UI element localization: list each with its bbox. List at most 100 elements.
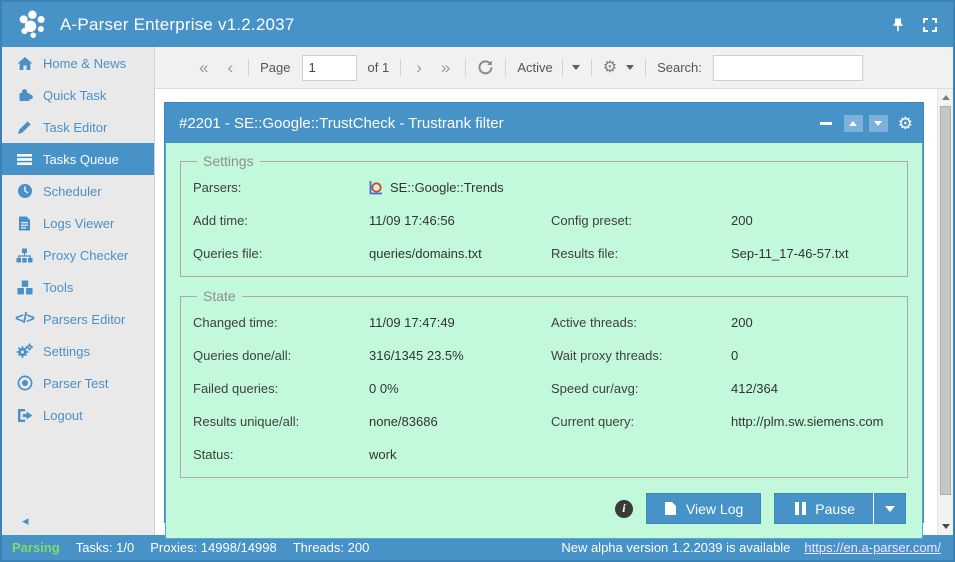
vertical-scrollbar[interactable] bbox=[937, 89, 953, 535]
sidebar-item-label: Tasks Queue bbox=[43, 152, 119, 167]
sidebar-item-parsers-editor[interactable]: </> Parsers Editor bbox=[2, 303, 154, 335]
sidebar-item-task-editor[interactable]: Task Editor bbox=[2, 111, 154, 143]
field-label: Speed cur/avg: bbox=[551, 381, 731, 396]
toolbar-separator bbox=[248, 59, 249, 76]
arrow-up-icon bbox=[849, 121, 857, 126]
last-page-button[interactable]: » bbox=[437, 59, 454, 76]
sidebar-item-logs-viewer[interactable]: Logs Viewer bbox=[2, 207, 154, 239]
move-up-button[interactable] bbox=[844, 115, 863, 132]
pin-icon[interactable] bbox=[889, 16, 907, 34]
next-page-button[interactable]: › bbox=[412, 59, 426, 76]
state-fieldset: State Changed time: 11/09 17:47:49 Activ… bbox=[180, 288, 908, 478]
task-panel-header: #2201 - SE::Google::TrustCheck - Trustra… bbox=[165, 103, 923, 143]
field-value: SE::Google::Trends bbox=[390, 180, 504, 195]
task-panel-body: Settings Parsers: SE::Google::Trends bbox=[165, 143, 923, 539]
document-icon bbox=[15, 215, 34, 231]
sidebar-item-quick-task[interactable]: Quick Task bbox=[2, 79, 154, 111]
pencil-icon bbox=[15, 119, 34, 135]
settings-legend: Settings bbox=[197, 153, 260, 169]
arrow-down-icon bbox=[874, 121, 882, 126]
view-log-label: View Log bbox=[686, 501, 743, 517]
chevron-down-icon bbox=[885, 506, 895, 512]
collapse-arrow-icon[interactable]: ◂ bbox=[22, 513, 29, 529]
sidebar-item-tools[interactable]: Tools bbox=[2, 271, 154, 303]
field-value: 200 bbox=[731, 315, 895, 330]
sidebar-item-label: Parser Test bbox=[43, 376, 109, 391]
field-value: 316/1345 23.5% bbox=[369, 348, 551, 363]
field-label: Results file: bbox=[551, 246, 731, 261]
threads-count: Threads: 200 bbox=[293, 540, 370, 555]
sidebar-item-parser-test[interactable]: Parser Test bbox=[2, 367, 154, 399]
tasks-count: Tasks: 1/0 bbox=[76, 540, 135, 555]
chevron-down-icon bbox=[572, 65, 580, 70]
sidebar-item-scheduler[interactable]: Scheduler bbox=[2, 175, 154, 207]
sidebar-item-home-news[interactable]: Home & News bbox=[2, 47, 154, 79]
scroll-down-icon[interactable] bbox=[938, 519, 954, 534]
gear-icon[interactable]: ⚙ bbox=[898, 115, 913, 132]
gear-icon: ⚙ bbox=[603, 60, 617, 76]
first-page-button[interactable]: « bbox=[195, 59, 212, 76]
field-value: work bbox=[369, 447, 551, 462]
minimize-icon[interactable] bbox=[820, 122, 832, 125]
field-row: Failed queries: 0 0% Speed cur/avg: 412/… bbox=[193, 372, 895, 405]
fullscreen-icon[interactable] bbox=[921, 16, 939, 34]
app-title: A-Parser Enterprise v1.2.2037 bbox=[60, 15, 294, 35]
toolbar-separator bbox=[562, 59, 563, 76]
view-log-button[interactable]: View Log bbox=[646, 493, 761, 524]
update-link[interactable]: https://en.a-parser.com/ bbox=[804, 540, 941, 555]
pause-dropdown-button[interactable] bbox=[874, 493, 906, 524]
pause-button[interactable]: Pause bbox=[774, 493, 873, 524]
sidebar-item-tasks-queue[interactable]: Tasks Queue bbox=[2, 143, 154, 175]
content-area: #2201 - SE::Google::TrustCheck - Trustra… bbox=[155, 89, 953, 535]
target-icon bbox=[15, 375, 34, 391]
toolbar-separator bbox=[400, 59, 401, 76]
field-value: 0 bbox=[731, 348, 895, 363]
clock-icon bbox=[15, 183, 34, 199]
sidebar-item-settings[interactable]: Settings bbox=[2, 335, 154, 367]
parsing-status: Parsing bbox=[12, 540, 60, 555]
task-panel: #2201 - SE::Google::TrustCheck - Trustra… bbox=[164, 102, 924, 523]
sidebar-item-label: Scheduler bbox=[43, 184, 102, 199]
pause-icon bbox=[795, 502, 806, 515]
puzzle-icon bbox=[15, 87, 34, 103]
sidebar-item-logout[interactable]: Logout bbox=[2, 399, 154, 431]
sidebar: Home & News Quick Task Task Editor Tasks… bbox=[2, 47, 155, 535]
prev-page-button[interactable]: ‹ bbox=[223, 59, 237, 76]
scroll-up-icon[interactable] bbox=[938, 90, 954, 105]
settings-fieldset: Settings Parsers: SE::Google::Trends bbox=[180, 153, 908, 277]
field-value: 11/09 17:47:49 bbox=[369, 315, 551, 330]
refresh-icon[interactable] bbox=[477, 59, 494, 76]
task-filter-dropdown[interactable]: Active bbox=[517, 59, 579, 76]
field-value: http://plm.sw.siemens.com bbox=[731, 414, 895, 429]
cubes-icon bbox=[15, 279, 34, 295]
sidebar-item-label: Task Editor bbox=[43, 120, 107, 135]
scrollbar-thumb[interactable] bbox=[940, 106, 951, 495]
toolbar-gear-dropdown[interactable]: ⚙ bbox=[603, 60, 634, 76]
sidebar-item-label: Home & News bbox=[43, 56, 126, 71]
sidebar-item-label: Parsers Editor bbox=[43, 312, 125, 327]
field-value: none/83686 bbox=[369, 414, 551, 429]
field-label: Changed time: bbox=[193, 315, 369, 330]
sidebar-item-label: Quick Task bbox=[43, 88, 106, 103]
move-down-button[interactable] bbox=[869, 115, 888, 132]
google-trends-parser-icon bbox=[369, 180, 383, 195]
info-icon[interactable]: i bbox=[615, 500, 633, 518]
field-row: Changed time: 11/09 17:47:49 Active thre… bbox=[193, 306, 895, 339]
field-value: 200 bbox=[731, 213, 895, 228]
sidebar-item-label: Tools bbox=[43, 280, 73, 295]
page-number-input[interactable] bbox=[302, 55, 357, 81]
field-label: Parsers: bbox=[193, 180, 369, 195]
sidebar-item-proxy-checker[interactable]: Proxy Checker bbox=[2, 239, 154, 271]
field-label: Add time: bbox=[193, 213, 369, 228]
proxies-count: Proxies: 14998/14998 bbox=[150, 540, 276, 555]
gears-icon bbox=[15, 343, 34, 359]
sidebar-item-label: Logout bbox=[43, 408, 83, 423]
field-row: Queries done/all: 316/1345 23.5% Wait pr… bbox=[193, 339, 895, 372]
parser-entry: SE::Google::Trends bbox=[369, 180, 895, 195]
search-input[interactable] bbox=[713, 55, 863, 81]
field-value: 0 0% bbox=[369, 381, 551, 396]
field-label: Current query: bbox=[551, 414, 731, 429]
field-label: Config preset: bbox=[551, 213, 731, 228]
list-icon bbox=[15, 151, 34, 167]
field-value: queries/domains.txt bbox=[369, 246, 551, 261]
